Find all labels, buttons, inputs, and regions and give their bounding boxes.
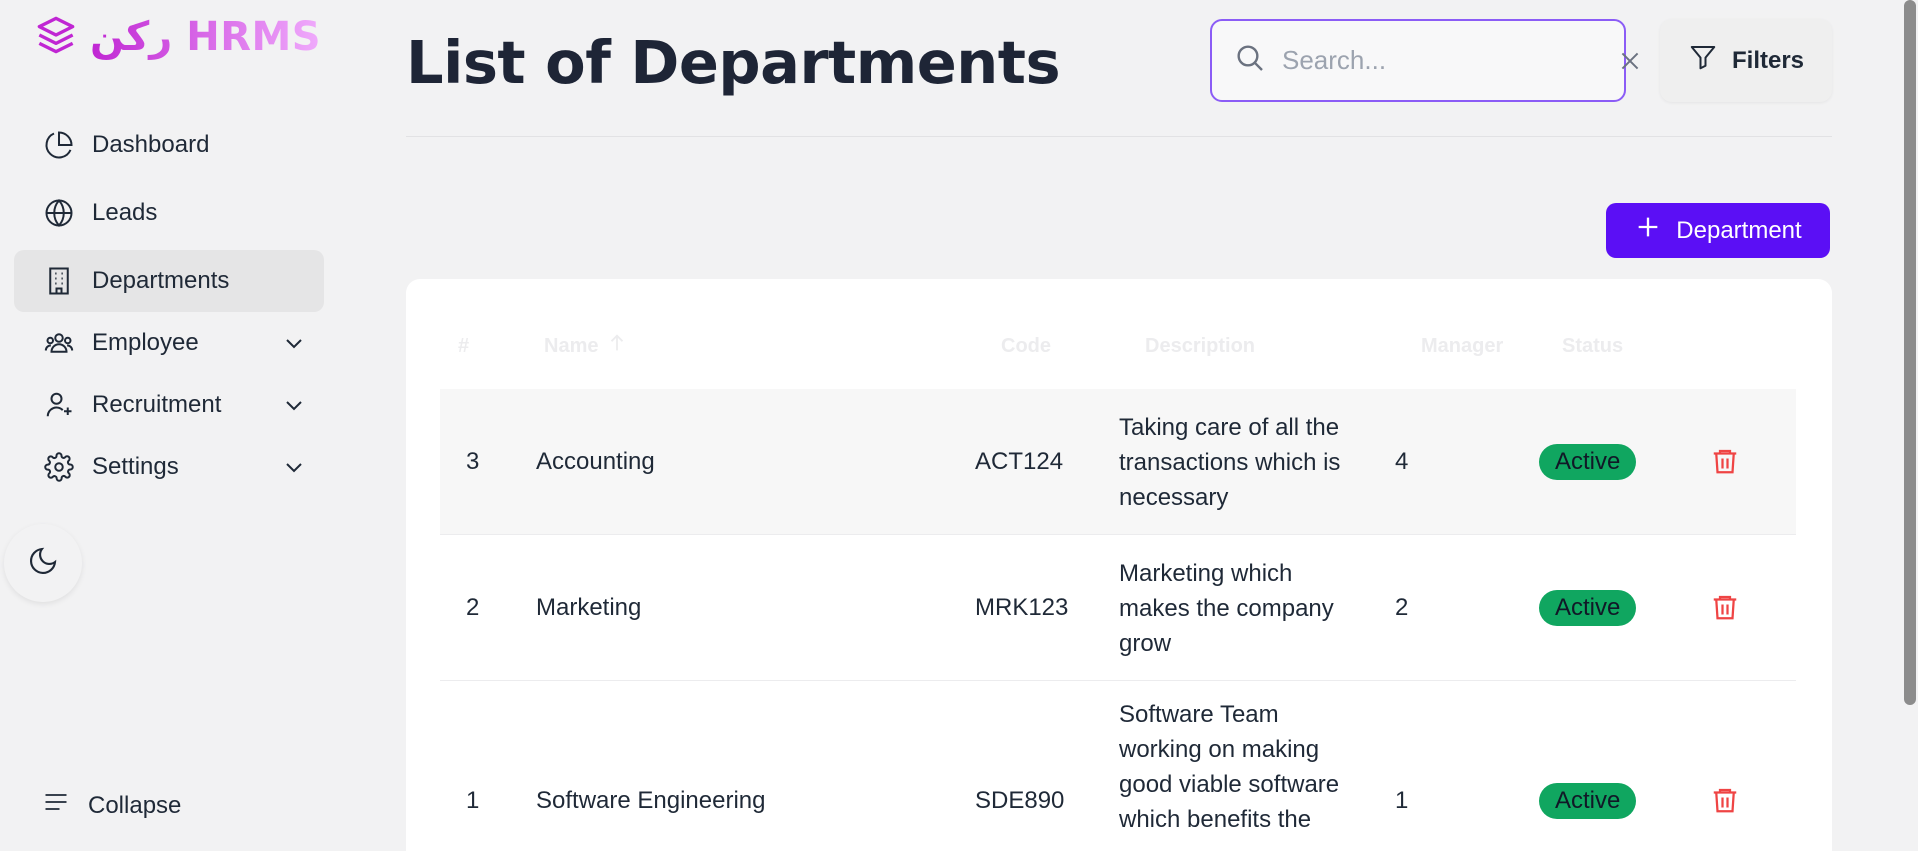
theme-toggle-button[interactable] (4, 524, 82, 602)
cell-id: 3 (466, 448, 480, 475)
table-row[interactable]: 3 Accounting ACT124 Taking care of all t… (440, 389, 1796, 535)
cell-name: Marketing (536, 594, 642, 621)
departments-table-card: # Name Code Description Manager Status 3… (406, 279, 1832, 851)
globe-icon (42, 196, 76, 230)
cell-id: 2 (466, 594, 480, 621)
add-department-button[interactable]: Department (1606, 203, 1830, 258)
building-icon (42, 264, 76, 298)
cell-code: SDE890 (975, 787, 1065, 814)
pie-chart-icon (42, 128, 76, 162)
cell-name: Accounting (536, 448, 655, 475)
cell-name: Software Engineering (536, 787, 766, 814)
cell-manager: 4 (1395, 448, 1409, 475)
users-icon (42, 326, 76, 360)
column-header-description[interactable]: Description (1145, 335, 1255, 358)
sidebar-item-label: Settings (92, 453, 179, 480)
column-header-label: Name (544, 334, 599, 357)
sidebar-item-dashboard[interactable]: Dashboard (14, 114, 324, 176)
column-header-name[interactable]: Name (544, 332, 628, 360)
filters-label: Filters (1731, 46, 1805, 74)
collapse-label: Collapse (88, 791, 182, 819)
gear-icon (42, 450, 76, 484)
user-plus-icon (42, 388, 76, 422)
sidebar-item-label: Departments (92, 267, 230, 294)
column-header-status[interactable]: Status (1562, 335, 1623, 358)
status-badge: Active (1539, 444, 1637, 480)
layers-icon (36, 15, 76, 60)
filter-icon (1688, 42, 1718, 79)
sidebar-item-employee[interactable]: Employee (14, 312, 324, 374)
sidebar-item-label: Leads (92, 199, 158, 226)
delete-icon[interactable] (1708, 783, 1742, 817)
delete-icon[interactable] (1708, 590, 1742, 624)
chevron-down-icon[interactable] (282, 455, 306, 479)
cell-id: 1 (466, 787, 480, 814)
search-icon (1234, 42, 1266, 79)
column-header-code[interactable]: Code (1001, 335, 1051, 358)
table-header: # Name Code Description Manager Status (440, 332, 1796, 383)
sidebar-item-label: Dashboard (92, 131, 210, 158)
sidebar-nav: Dashboard Leads Departments Employee Rec… (14, 114, 324, 498)
cell-manager: 2 (1395, 594, 1409, 621)
collapse-button[interactable]: Collapse (42, 788, 181, 823)
chevron-down-icon[interactable] (282, 393, 306, 417)
table-row[interactable]: 2 Marketing MRK123 Marketing which makes… (440, 535, 1796, 681)
cell-code: ACT124 (975, 448, 1064, 475)
table-row[interactable]: 1 Software Engineering SDE890 Software T… (440, 681, 1796, 851)
cell-code: MRK123 (975, 594, 1069, 621)
app-logo[interactable]: ركن HRMS (36, 14, 321, 60)
sidebar: ركن HRMS Dashboard Leads Departments Emp… (0, 0, 340, 851)
delete-icon[interactable] (1708, 444, 1742, 478)
search-box[interactable] (1210, 19, 1639, 102)
chevron-down-icon[interactable] (282, 331, 306, 355)
sidebar-item-label: Recruitment (92, 391, 222, 418)
cell-description: Marketing which makes the company grow (1119, 560, 1334, 657)
cell-manager: 1 (1395, 787, 1409, 814)
logo-text: ركن HRMS (90, 14, 322, 60)
sidebar-item-departments[interactable]: Departments (14, 250, 324, 312)
sidebar-item-label: Employee (92, 329, 199, 356)
column-header-manager[interactable]: Manager (1421, 335, 1503, 358)
search-input[interactable] (1282, 45, 1617, 76)
status-badge: Active (1539, 590, 1637, 626)
moon-icon (27, 545, 59, 582)
status-badge: Active (1539, 783, 1637, 819)
sidebar-item-settings[interactable]: Settings (14, 436, 324, 498)
add-department-label: Department (1676, 216, 1802, 244)
sort-ascending-icon[interactable] (606, 332, 628, 360)
sidebar-item-recruitment[interactable]: Recruitment (14, 374, 324, 436)
menu-lines-icon (42, 788, 70, 823)
close-icon[interactable] (1617, 46, 1643, 76)
column-header-id[interactable]: # (458, 335, 469, 358)
cell-description: Taking care of all the transactions whic… (1119, 414, 1341, 511)
scrollbar-thumb[interactable] (1904, 0, 1916, 705)
page-title: List of Departments (406, 28, 1061, 97)
filters-button[interactable]: Filters (1660, 19, 1832, 102)
cell-description: Software Team working on making good via… (1119, 701, 1340, 833)
sidebar-item-leads[interactable]: Leads (14, 182, 324, 244)
plus-icon (1634, 213, 1662, 248)
header-divider (406, 136, 1832, 137)
